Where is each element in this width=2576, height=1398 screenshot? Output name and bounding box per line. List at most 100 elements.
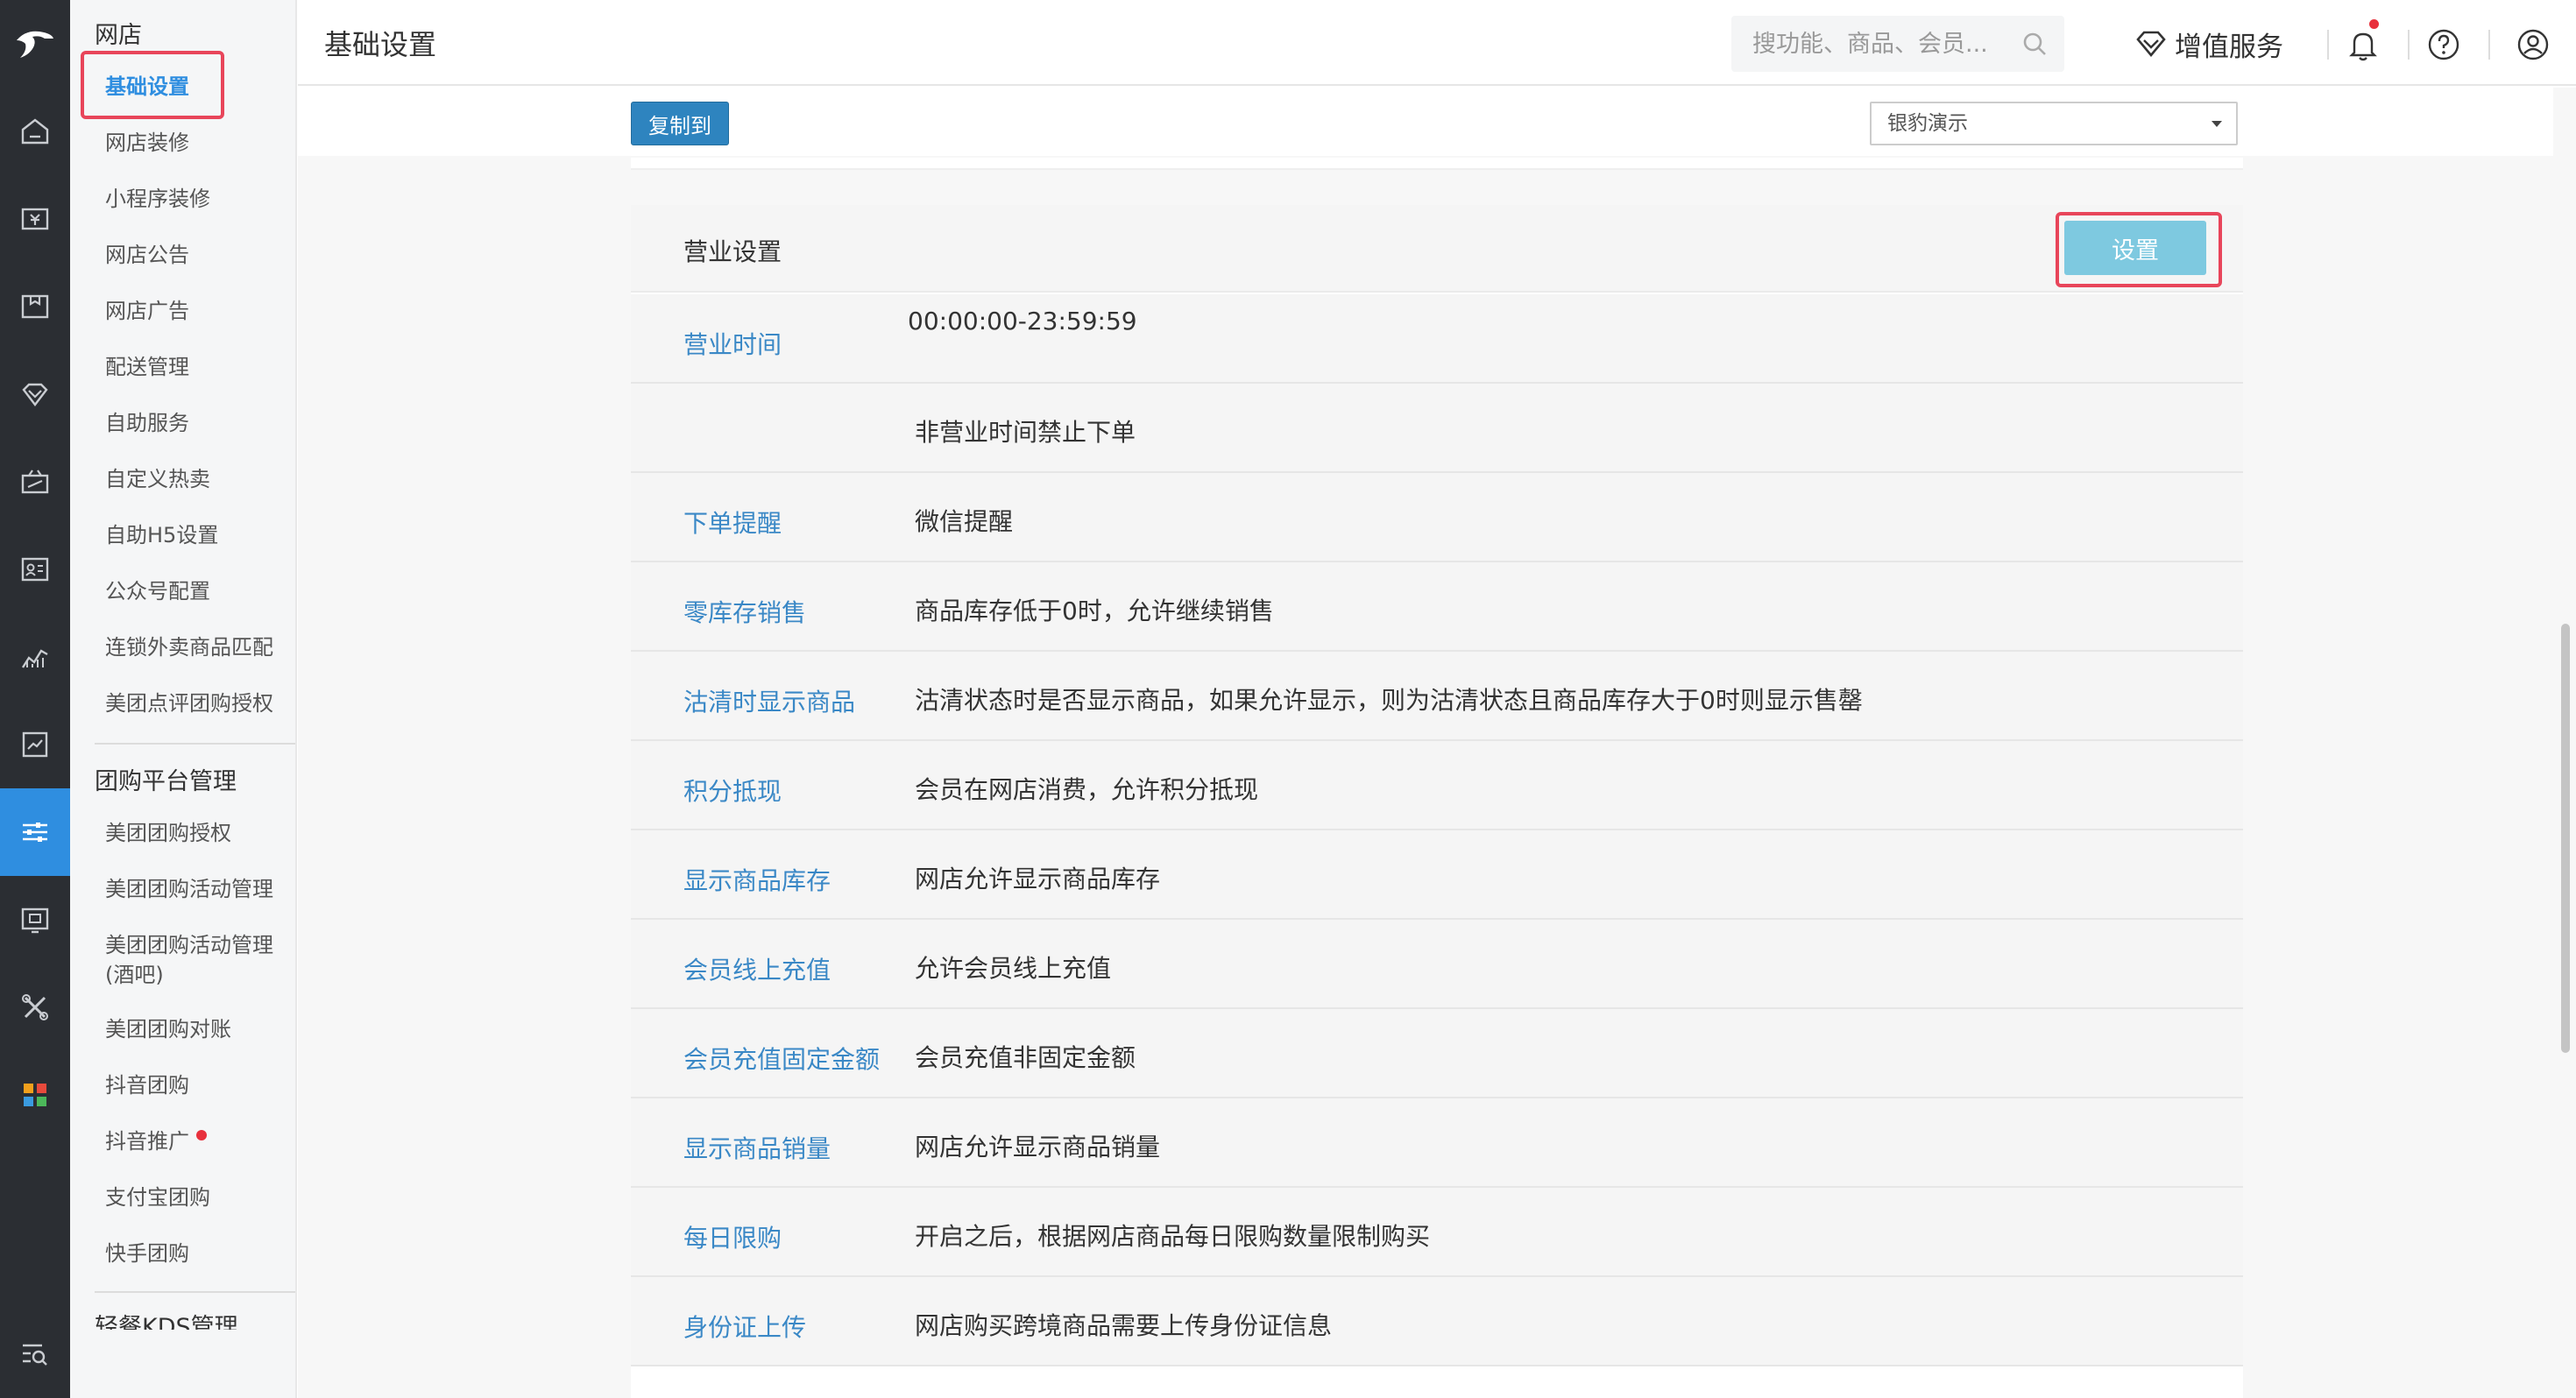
notification-dot <box>196 1130 207 1140</box>
card-header: 营业设置 设置 <box>631 205 2243 293</box>
setting-key: 身份证上传 <box>683 1313 807 1342</box>
cashier-icon[interactable] <box>0 175 70 263</box>
setting-key: 积分抵现 <box>683 777 782 806</box>
menu-item[interactable]: 网店广告 <box>105 296 189 326</box>
setting-value: 00:00:00-23:59:59 <box>908 307 1137 335</box>
menu-item[interactable]: 美团团购对账 <box>105 1014 231 1044</box>
home-icon[interactable] <box>0 88 70 175</box>
search-icon[interactable] <box>2020 30 2049 58</box>
report-icon[interactable] <box>0 613 70 701</box>
setting-row: 营业时间 00:00:00-23:59:59 <box>631 294 2243 384</box>
menu-item[interactable]: 美团团购活动管理 <box>105 874 273 904</box>
staff-icon[interactable] <box>0 526 70 613</box>
main-content: 复制到 银豹演示 营业设置 设置 营业时间 00:00:00-23:59:59 … <box>298 88 2553 1398</box>
menu-item[interactable]: 美团团购活动管理(酒吧) <box>105 930 280 990</box>
setting-value: 允许会员线上充值 <box>915 954 1112 983</box>
setting-key: 营业时间 <box>683 330 782 359</box>
setting-row: 身份证上传 网店购买跨境商品需要上传身份证信息 <box>631 1277 2243 1366</box>
settings-icon[interactable] <box>0 788 70 876</box>
logo-icon[interactable] <box>0 0 70 88</box>
promotion-icon[interactable] <box>0 438 70 526</box>
menu-item[interactable]: 快手团购 <box>105 1239 189 1268</box>
caret-down-icon <box>2212 121 2222 127</box>
menu-item[interactable]: 网店公告 <box>105 240 189 270</box>
menu-item-label: 抖音推广 <box>105 1129 189 1154</box>
copy-to-button[interactable]: 复制到 <box>631 102 729 145</box>
menu-item[interactable]: 公众号配置 <box>105 576 210 606</box>
setting-key: 会员线上充值 <box>683 956 832 985</box>
user-icon[interactable] <box>2515 26 2551 63</box>
apps-icon[interactable] <box>0 1051 70 1139</box>
search-input[interactable] <box>1731 16 2012 72</box>
setting-value: 微信提醒 <box>915 507 1014 536</box>
help-icon[interactable] <box>2425 26 2462 63</box>
setting-row: 下单提醒 微信提醒 <box>631 473 2243 562</box>
setting-row: 每日限购 开启之后，根据网店商品每日限购数量限制购买 <box>631 1188 2243 1277</box>
divider <box>2327 30 2329 60</box>
setting-row: 显示商品库存 网店允许显示商品库存 <box>631 830 2243 920</box>
menu-item[interactable]: 自助H5设置 <box>105 520 218 550</box>
diamond-icon <box>2136 31 2166 58</box>
menu-item[interactable]: 支付宝团购 <box>105 1183 210 1212</box>
setting-row: 显示商品销量 网店允许显示商品销量 <box>631 1098 2243 1188</box>
bell-icon[interactable] <box>2345 26 2381 63</box>
setting-row: 积分抵现 会员在网店消费，允许积分抵现 <box>631 741 2243 830</box>
setting-value: 商品库存低于0时，允许继续销售 <box>915 597 1274 625</box>
divider <box>2408 30 2410 60</box>
setting-value: 网店允许显示商品库存 <box>915 865 1161 893</box>
setting-row: 沽清时显示商品 沽清状态时是否显示商品，如果允许显示，则为沽清状态且商品库存大于… <box>631 652 2243 741</box>
divider <box>2488 30 2490 60</box>
finance-icon[interactable] <box>0 701 70 788</box>
setting-key: 每日限购 <box>683 1224 782 1253</box>
set-button[interactable]: 设置 <box>2064 221 2206 275</box>
ad-icon[interactable] <box>0 876 70 964</box>
setting-value: 会员在网店消费，允许积分抵现 <box>915 775 1259 804</box>
product-icon[interactable] <box>0 263 70 350</box>
setting-value: 沽清状态时是否显示商品，如果允许显示，则为沽清状态且商品库存大于0时则显示售罄 <box>915 686 1863 715</box>
menu-group-webstore: 网店 <box>95 22 142 49</box>
tools-icon[interactable] <box>0 964 70 1051</box>
setting-key: 下单提醒 <box>683 509 782 538</box>
business-settings-card: 营业设置 设置 营业时间 00:00:00-23:59:59 非营业时间禁止下单… <box>631 205 2243 1398</box>
member-icon[interactable] <box>0 350 70 438</box>
setting-value: 开启之后，根据网店商品每日限购数量限制购买 <box>915 1222 1431 1251</box>
menu-item[interactable]: 网店装修 <box>105 128 189 158</box>
toolbar: 复制到 银豹演示 <box>298 88 2553 156</box>
setting-row: 会员充值固定金额 会员充值非固定金额 <box>631 1009 2243 1098</box>
menu-item-douyin-promo[interactable]: 抖音推广 <box>105 1126 207 1156</box>
setting-key: 会员充值固定金额 <box>683 1045 881 1074</box>
previous-card-edge <box>631 158 2243 170</box>
value-added-services[interactable]: 增值服务 <box>2134 23 2283 65</box>
page-title: 基础设置 <box>324 28 437 61</box>
search-box[interactable] <box>1731 16 2064 72</box>
value-added-label: 增值服务 <box>2175 31 2283 63</box>
store-select-value: 银豹演示 <box>1887 112 1968 135</box>
setting-row: 非营业时间禁止下单 <box>631 384 2243 473</box>
section-title: 营业设置 <box>683 237 782 266</box>
setting-key: 零库存销售 <box>683 598 807 627</box>
menu-item[interactable]: 配送管理 <box>105 352 189 382</box>
menu-divider <box>95 743 295 745</box>
search-menu-icon[interactable] <box>0 1310 70 1398</box>
menu-item[interactable]: 抖音团购 <box>105 1070 189 1100</box>
setting-row: 零库存销售 商品库存低于0时，允许继续销售 <box>631 562 2243 652</box>
scrollbar[interactable] <box>2553 88 2576 1398</box>
menu-divider <box>95 1291 295 1293</box>
menu-item[interactable]: 连锁外卖商品匹配 <box>105 632 273 662</box>
icon-rail <box>0 0 70 1398</box>
menu-item[interactable]: 美团团购授权 <box>105 818 231 848</box>
scrollbar-thumb[interactable] <box>2561 624 2570 1053</box>
notification-dot <box>2369 19 2379 29</box>
menu-group-kds: 轻餐KDS管理 <box>95 1314 238 1330</box>
setting-key: 沽清时显示商品 <box>683 688 856 717</box>
menu-item[interactable]: 自助服务 <box>105 408 189 438</box>
menu-group-groupbuy: 团购平台管理 <box>95 768 237 795</box>
menu-item[interactable]: 自定义热卖 <box>105 464 210 494</box>
setting-key: 显示商品销量 <box>683 1134 832 1163</box>
menu-item-basic-settings[interactable]: 基础设置 <box>105 72 189 102</box>
setting-value: 会员充值非固定金额 <box>915 1043 1136 1072</box>
store-select[interactable]: 银豹演示 <box>1870 102 2238 145</box>
secondary-menu: 网店 基础设置 网店装修 小程序装修 网店公告 网店广告 配送管理 自助服务 自… <box>70 0 297 1398</box>
menu-item[interactable]: 小程序装修 <box>105 184 210 214</box>
menu-item[interactable]: 美团点评团购授权 <box>105 688 273 718</box>
